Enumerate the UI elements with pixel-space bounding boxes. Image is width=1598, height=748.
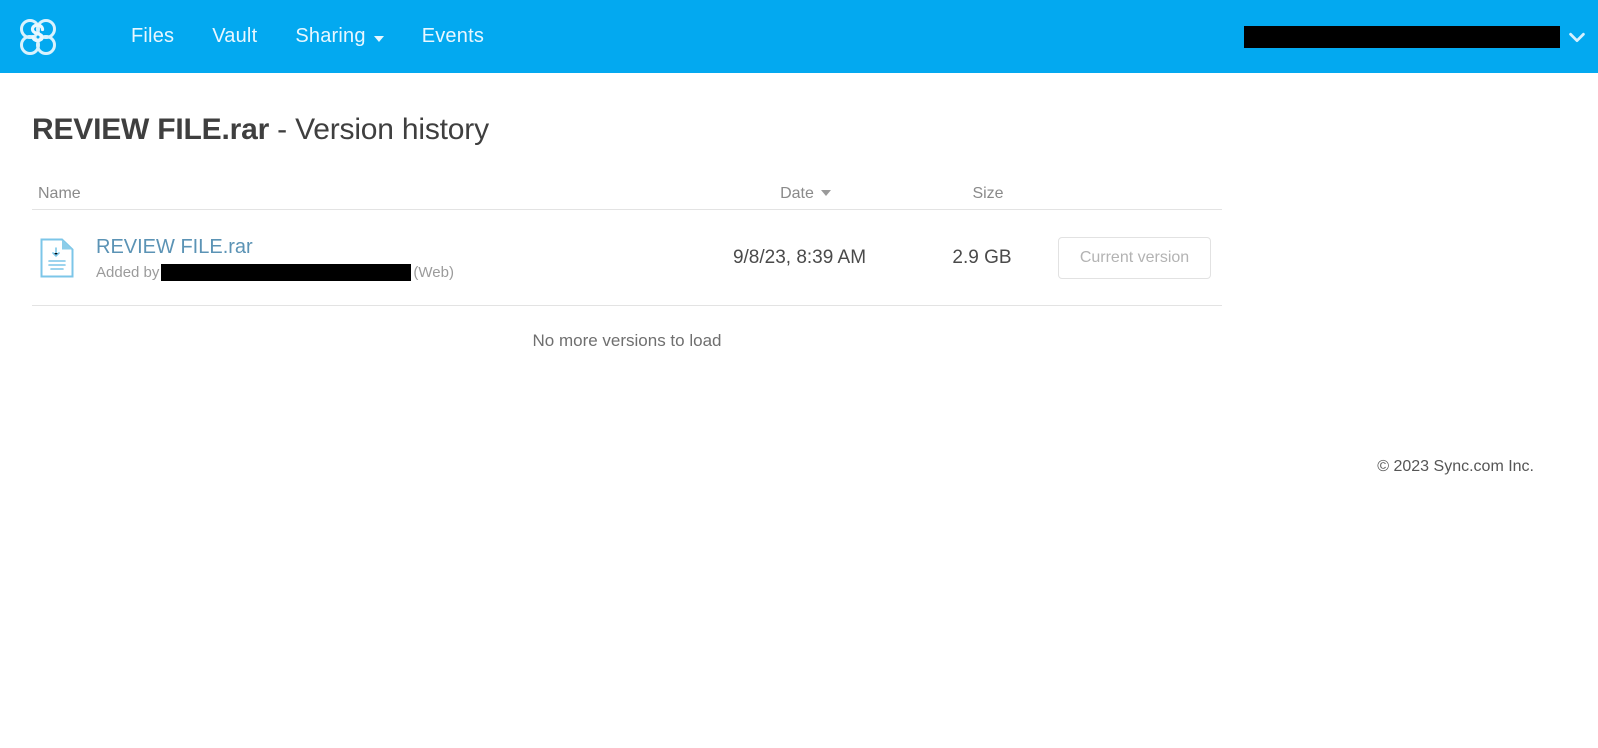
document-file-icon (40, 238, 74, 277)
added-by-prefix: Added by (96, 264, 160, 281)
added-by-line: Added by (Web) (96, 264, 454, 281)
current-version-button[interactable]: Current version (1058, 236, 1211, 279)
sync-logo-icon[interactable] (14, 13, 62, 61)
column-header-date[interactable]: Date (688, 185, 923, 209)
file-size-cell: 2.9 GB (917, 247, 1047, 269)
chevron-down-icon (373, 35, 384, 42)
table-row: REVIEW FILE.rar Added by (Web) 9/8/23, 8… (32, 210, 1222, 306)
nav-item-vault[interactable]: Vault (193, 0, 276, 73)
nav-item-events[interactable]: Events (403, 0, 503, 73)
top-navigation-bar: Files Vault Sharing Events (0, 0, 1598, 73)
page-title: REVIEW FILE.rar - Version history (32, 113, 489, 147)
footer-copyright: © 2023 Sync.com Inc. (1377, 458, 1534, 475)
column-header-name-label: Name (38, 185, 81, 202)
file-action-cell: Current version (1047, 236, 1222, 279)
file-date-value: 9/8/23, 8:39 AM (732, 246, 867, 268)
nav-item-sharing[interactable]: Sharing (276, 0, 402, 73)
file-name-texts: REVIEW FILE.rar Added by (Web) (96, 234, 454, 281)
nav-item-events-label: Events (421, 25, 485, 47)
nav-item-vault-label: Vault (212, 25, 258, 47)
account-menu[interactable] (1244, 0, 1598, 73)
added-by-source: (Web) (413, 264, 454, 281)
page-title-filename: REVIEW FILE.rar (32, 113, 270, 146)
page-content: REVIEW FILE.rar - Version history Name D… (0, 73, 1598, 748)
file-name-link[interactable]: REVIEW FILE.rar (96, 234, 454, 260)
table-header-row: Name Date Size (32, 171, 1222, 210)
no-more-versions-message: No more versions to load (532, 331, 722, 350)
nav-item-files-label: Files (131, 25, 175, 47)
file-date-cell: 9/8/23, 8:39 AM (682, 247, 917, 269)
column-header-size[interactable]: Size (923, 185, 1053, 209)
added-by-user-redaction (161, 264, 412, 281)
chevron-down-icon[interactable] (1566, 26, 1588, 48)
nav-item-files[interactable]: Files (112, 0, 193, 73)
column-header-name[interactable]: Name (32, 185, 688, 209)
version-history-table: Name Date Size REVIEW FILE.rar Added by … (32, 171, 1222, 306)
file-size-value: 2.9 GB (952, 246, 1012, 268)
column-header-date-label: Date (780, 185, 814, 202)
nav-links: Files Vault Sharing Events (112, 0, 503, 73)
column-header-size-label: Size (972, 185, 1004, 202)
account-name-redaction (1244, 25, 1560, 48)
nav-item-sharing-label: Sharing (295, 25, 366, 47)
caret-down-icon (820, 190, 831, 196)
file-name-cell: REVIEW FILE.rar Added by (Web) (32, 234, 682, 281)
page-title-suffix: - Version history (269, 113, 489, 146)
